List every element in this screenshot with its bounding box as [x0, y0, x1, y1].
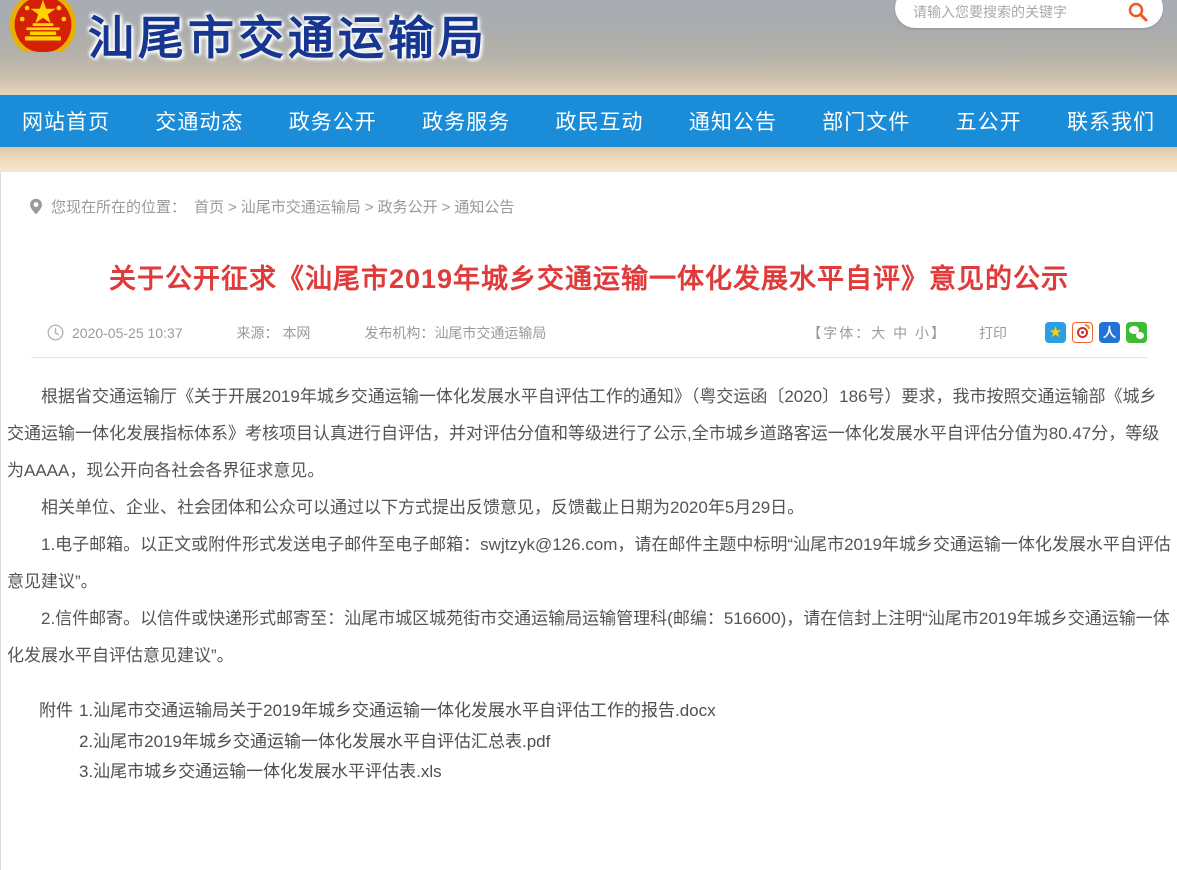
- share-bar: ★人: [1045, 322, 1147, 343]
- article-paragraph-1: 相关单位、企业、社会团体和公众可以通过以下方式提出反馈意见，反馈截止日期为202…: [7, 489, 1171, 526]
- font-size-small: 小】: [915, 325, 947, 341]
- breadcrumb-separator: >: [442, 199, 451, 216]
- attachments-label: 附件: [39, 696, 73, 787]
- article-paragraph-2: 1.电子邮箱。以正文或附件形式发送电子邮件至电子邮箱：swjtzyk@126.c…: [7, 526, 1171, 600]
- print-button[interactable]: 打印: [979, 323, 1007, 343]
- site-header: 汕尾市交通运输局: [0, 0, 1177, 95]
- content-area: 您现在所在的位置： 首页>汕尾市交通运输局>政务公开>通知公告 关于公开征求《汕…: [0, 172, 1177, 870]
- search-icon: [1127, 1, 1149, 23]
- search-box: [895, 0, 1163, 28]
- breadcrumb-prefix: 您现在所在的位置：: [51, 196, 186, 217]
- header-banner-strip: [0, 147, 1177, 172]
- nav-item-1[interactable]: 交通动态: [155, 106, 243, 136]
- font-size-medium[interactable]: 中: [893, 325, 909, 341]
- article-body: 根据省交通运输厅《关于开展2019年城乡交通运输一体化发展水平自评估工作的通知》…: [1, 358, 1177, 674]
- meta-left: 2020-05-25 10:37 来源： 本网 发布机构：汕尾市交通运输局: [47, 323, 592, 343]
- article-paragraph-3: 2.信件邮寄。以信件或快递形式邮寄至：汕尾市城区城苑街市交通运输局运输管理科(邮…: [7, 600, 1171, 674]
- search-button[interactable]: [1127, 1, 1149, 23]
- article-title: 关于公开征求《汕尾市2019年城乡交通运输一体化发展水平自评》意见的公示: [1, 257, 1177, 296]
- nav-item-6[interactable]: 部门文件: [822, 106, 910, 136]
- breadcrumb-link-3[interactable]: 通知公告: [454, 199, 514, 216]
- clock-icon: [47, 324, 64, 341]
- nav-item-4[interactable]: 政民互动: [556, 106, 644, 136]
- weibo-share-icon[interactable]: [1072, 322, 1093, 343]
- national-emblem-logo: [8, 0, 78, 52]
- nav-item-8[interactable]: 联系我们: [1067, 106, 1155, 136]
- attachment-list: 1.汕尾市交通运输局关于2019年城乡交通运输一体化发展水平自评估工作的报告.d…: [79, 696, 716, 787]
- national-emblem-icon: [8, 0, 78, 52]
- publisher: 发布机构：汕尾市交通运输局: [364, 323, 546, 343]
- nav-item-0[interactable]: 网站首页: [22, 106, 110, 136]
- breadcrumb-separator: >: [365, 199, 374, 216]
- renren-share-icon[interactable]: 人: [1099, 322, 1120, 343]
- nav-item-2[interactable]: 政务公开: [289, 106, 377, 136]
- meta-right: 【字体：大 中 小】 打印 ★人: [807, 322, 1147, 343]
- breadcrumb-link-1[interactable]: 汕尾市交通运输局: [241, 199, 361, 216]
- article-paragraph-0: 根据省交通运输厅《关于开展2019年城乡交通运输一体化发展水平自评估工作的通知》…: [7, 378, 1171, 489]
- source: 来源： 本网: [237, 323, 311, 343]
- nav-item-5[interactable]: 通知公告: [689, 106, 777, 136]
- site-title: 汕尾市交通运输局: [88, 2, 488, 68]
- breadcrumb-link-2[interactable]: 政务公开: [378, 199, 438, 216]
- breadcrumb-links: 首页>汕尾市交通运输局>政务公开>通知公告: [194, 196, 514, 217]
- main-nav: 网站首页 交通动态 政务公开 政务服务 政民互动 通知公告 部门文件 五公开 联系我们: [0, 95, 1177, 147]
- wechat-share-icon[interactable]: [1126, 322, 1147, 343]
- breadcrumb: 您现在所在的位置： 首页>汕尾市交通运输局>政务公开>通知公告: [1, 172, 1177, 217]
- breadcrumb-link-0[interactable]: 首页: [194, 199, 224, 216]
- nav-item-7[interactable]: 五公开: [956, 106, 1022, 136]
- font-size-large[interactable]: 大: [871, 325, 887, 341]
- qzone-share-icon[interactable]: ★: [1045, 322, 1066, 343]
- attachment-item-2[interactable]: 3.汕尾市城乡交通运输一体化发展水平评估表.xls: [79, 757, 716, 787]
- page: 汕尾市交通运输局 网站首页交通动态政务公开政务服务政民互动通知公告部门文件五公开…: [0, 0, 1177, 870]
- attachment-item-0[interactable]: 1.汕尾市交通运输局关于2019年城乡交通运输一体化发展水平自评估工作的报告.d…: [79, 696, 716, 726]
- attachment-item-1[interactable]: 2.汕尾市2019年城乡交通运输一体化发展水平自评估汇总表.pdf: [79, 727, 716, 757]
- article-meta: 2020-05-25 10:37 来源： 本网 发布机构：汕尾市交通运输局 【字…: [31, 322, 1147, 358]
- location-pin-icon: [29, 198, 43, 215]
- attachments: 附件 1.汕尾市交通运输局关于2019年城乡交通运输一体化发展水平自评估工作的报…: [39, 696, 1177, 787]
- publish-datetime: 2020-05-25 10:37: [72, 325, 183, 341]
- font-size-control: 【字体：大 中 小】: [807, 323, 947, 343]
- breadcrumb-separator: >: [228, 199, 237, 216]
- search-input[interactable]: [913, 1, 1127, 23]
- nav-item-3[interactable]: 政务服务: [422, 106, 510, 136]
